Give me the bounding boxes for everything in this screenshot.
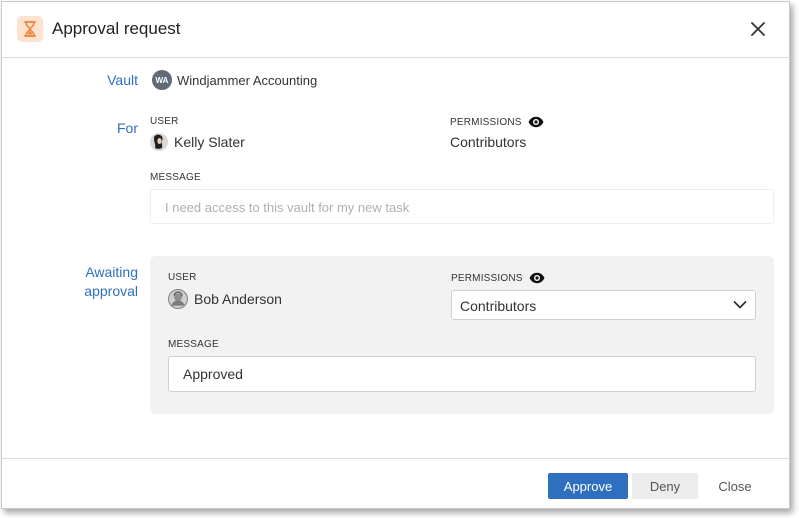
awaiting-permissions-head-row: PERMISSIONS (451, 272, 545, 284)
eye-icon[interactable] (528, 116, 544, 128)
approval-message-input[interactable] (168, 356, 756, 392)
vault-avatar: WA (152, 70, 172, 90)
close-button[interactable]: Close (702, 473, 768, 499)
vault-name: Windjammer Accounting (177, 72, 318, 88)
awaiting-user-field: USER Bob Anderson (168, 272, 282, 309)
awaiting-approval-label: Awaiting approval (2, 263, 138, 301)
for-user: Kelly Slater (150, 133, 245, 151)
vault-label: Vault (107, 72, 138, 88)
awaiting-approval-panel: USER Bob Anderson PERMISSIONS Contributo… (150, 256, 774, 414)
dialog-header: Approval request (2, 2, 789, 58)
user-avatar-icon (150, 133, 168, 151)
awaiting-permissions-header: PERMISSIONS (451, 272, 545, 284)
awaiting-label-line2: approval (84, 283, 138, 299)
deny-button[interactable]: Deny (632, 473, 698, 499)
for-message-heading: MESSAGE (150, 172, 201, 183)
awaiting-label-line1: Awaiting (85, 264, 138, 280)
awaiting-user-name: Bob Anderson (194, 291, 282, 307)
approve-button[interactable]: Approve (548, 473, 628, 499)
close-icon[interactable] (749, 20, 767, 38)
permissions-select[interactable]: Contributors (451, 290, 756, 320)
awaiting-permissions-heading: PERMISSIONS (451, 272, 523, 284)
for-message-box: I need access to this vault for my new t… (150, 189, 774, 224)
for-label: For (117, 120, 138, 136)
for-user-field: USER Kelly Slater (150, 116, 245, 151)
hourglass-icon (17, 16, 43, 42)
for-permissions-header: PERMISSIONS (450, 116, 544, 128)
awaiting-user-heading: USER (168, 272, 197, 283)
dialog-title: Approval request (52, 19, 181, 38)
chevron-down-icon (733, 301, 747, 309)
approval-request-dialog: Approval request Vault WA Windjammer Acc… (1, 1, 790, 509)
for-user-heading: USER (150, 116, 179, 127)
for-user-name: Kelly Slater (174, 134, 245, 150)
vault-value: WA Windjammer Accounting (152, 70, 317, 90)
for-permissions-value: Contributors (450, 134, 527, 150)
awaiting-user: Bob Anderson (168, 289, 282, 309)
awaiting-message-heading: MESSAGE (168, 339, 219, 350)
permissions-select-value: Contributors (460, 298, 537, 314)
for-permissions-heading: PERMISSIONS (450, 116, 522, 128)
for-permissions-field: PERMISSIONS Contributors (450, 116, 544, 150)
user-avatar-icon (168, 289, 188, 309)
dialog-footer: Approve Deny Close (2, 458, 789, 511)
eye-icon[interactable] (529, 272, 545, 284)
